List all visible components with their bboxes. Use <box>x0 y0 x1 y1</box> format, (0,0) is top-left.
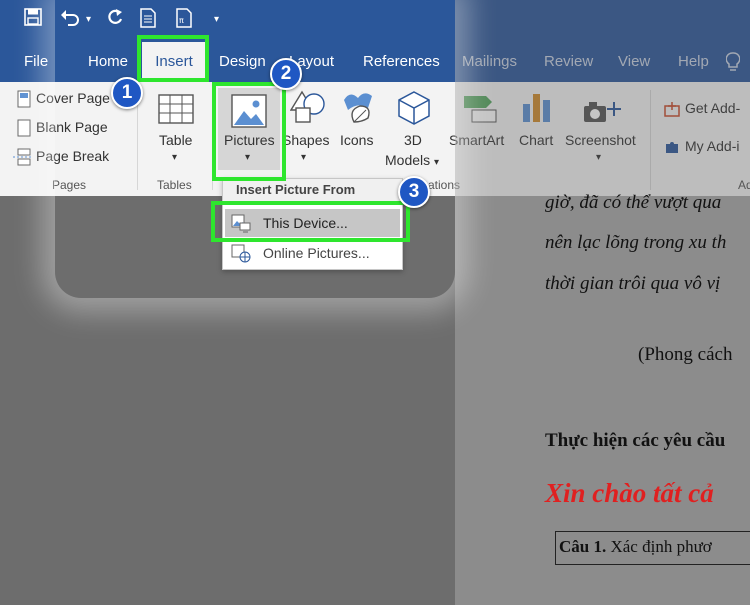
3d-models-line1[interactable]: 3D <box>404 132 422 148</box>
page-break-label: Page Break <box>36 148 110 164</box>
customize-toolbar-icon[interactable]: ▾ <box>214 8 219 32</box>
blank-page-label: Blank Page <box>36 119 108 135</box>
doc-red-heading: Xin chào tất cả <box>545 478 714 508</box>
blank-page-button[interactable]: Blank Page <box>16 119 108 137</box>
tab-home[interactable]: Home <box>88 42 128 82</box>
tab-references[interactable]: References <box>363 42 440 82</box>
undo-dropdown-icon[interactable]: ▾ <box>86 8 91 32</box>
shapes-icon[interactable] <box>289 90 326 129</box>
menu-header: Insert Picture From <box>223 179 402 201</box>
document-icon[interactable] <box>140 8 156 34</box>
table-button[interactable]: Table <box>159 132 192 148</box>
3d-models-label: Models <box>385 152 431 168</box>
cover-page-icon <box>17 90 31 108</box>
pages-group-label: Pages <box>52 178 87 192</box>
3d-models-icon[interactable] <box>397 90 431 131</box>
dim-overlay <box>455 0 750 196</box>
icons-icon[interactable] <box>340 88 376 129</box>
doc-line: giờ, đã có thể vượt qua <box>545 192 722 213</box>
blank-page-icon <box>17 119 31 137</box>
doc-line: nên lạc lõng trong xu th <box>545 232 727 253</box>
doc-line: (Phong cách <box>638 344 733 365</box>
highlight-insert-tab <box>137 35 209 82</box>
tab-design[interactable]: Design <box>219 42 266 82</box>
cover-page-label: Cover Page <box>36 90 110 106</box>
doc-line: Thực hiện các yêu cầu <box>545 430 726 451</box>
doc-line: thời gian trôi qua vô vị <box>545 273 721 294</box>
3d-models-button[interactable]: Models ▾ <box>385 152 439 168</box>
shapes-dropdown-icon[interactable]: ▾ <box>301 152 306 163</box>
icons-button[interactable]: Icons <box>340 132 373 148</box>
save-icon[interactable] <box>24 8 42 32</box>
step-badge-3: 3 <box>398 176 430 208</box>
doc-question: Câu 1. Xác định phươ <box>559 537 712 557</box>
question-text: Xác định phươ <box>610 537 712 556</box>
page-break-icon <box>13 148 33 166</box>
online-pictures-item[interactable]: Online Pictures... <box>225 239 400 267</box>
highlight-pictures-button <box>212 82 286 181</box>
document-page[interactable]: giờ, đã có thể vượt qua nên lạc lõng tro… <box>455 192 750 605</box>
doc-question-box: Câu 1. Xác định phươ <box>555 531 750 565</box>
tables-group-label: Tables <box>157 178 192 192</box>
3d-models-dropdown-icon: ▾ <box>434 157 440 168</box>
question-number: Câu 1. <box>559 537 607 556</box>
formula-document-icon[interactable]: π <box>176 8 192 34</box>
table-icon[interactable] <box>158 94 194 129</box>
page-break-button[interactable]: Page Break <box>12 148 109 166</box>
redo-icon[interactable] <box>106 8 124 32</box>
online-pictures-icon <box>231 244 251 263</box>
step-badge-1: 1 <box>111 77 143 109</box>
shapes-button[interactable]: Shapes <box>282 132 329 148</box>
svg-text:π: π <box>179 16 184 25</box>
online-pictures-label: Online Pictures... <box>263 245 370 261</box>
cover-page-button[interactable]: Cover Page <box>16 90 110 108</box>
step-badge-2: 2 <box>270 58 302 90</box>
undo-icon[interactable] <box>60 8 80 32</box>
highlight-this-device <box>211 201 410 242</box>
tab-file[interactable]: File <box>24 42 48 82</box>
table-dropdown-icon[interactable]: ▾ <box>172 152 177 163</box>
